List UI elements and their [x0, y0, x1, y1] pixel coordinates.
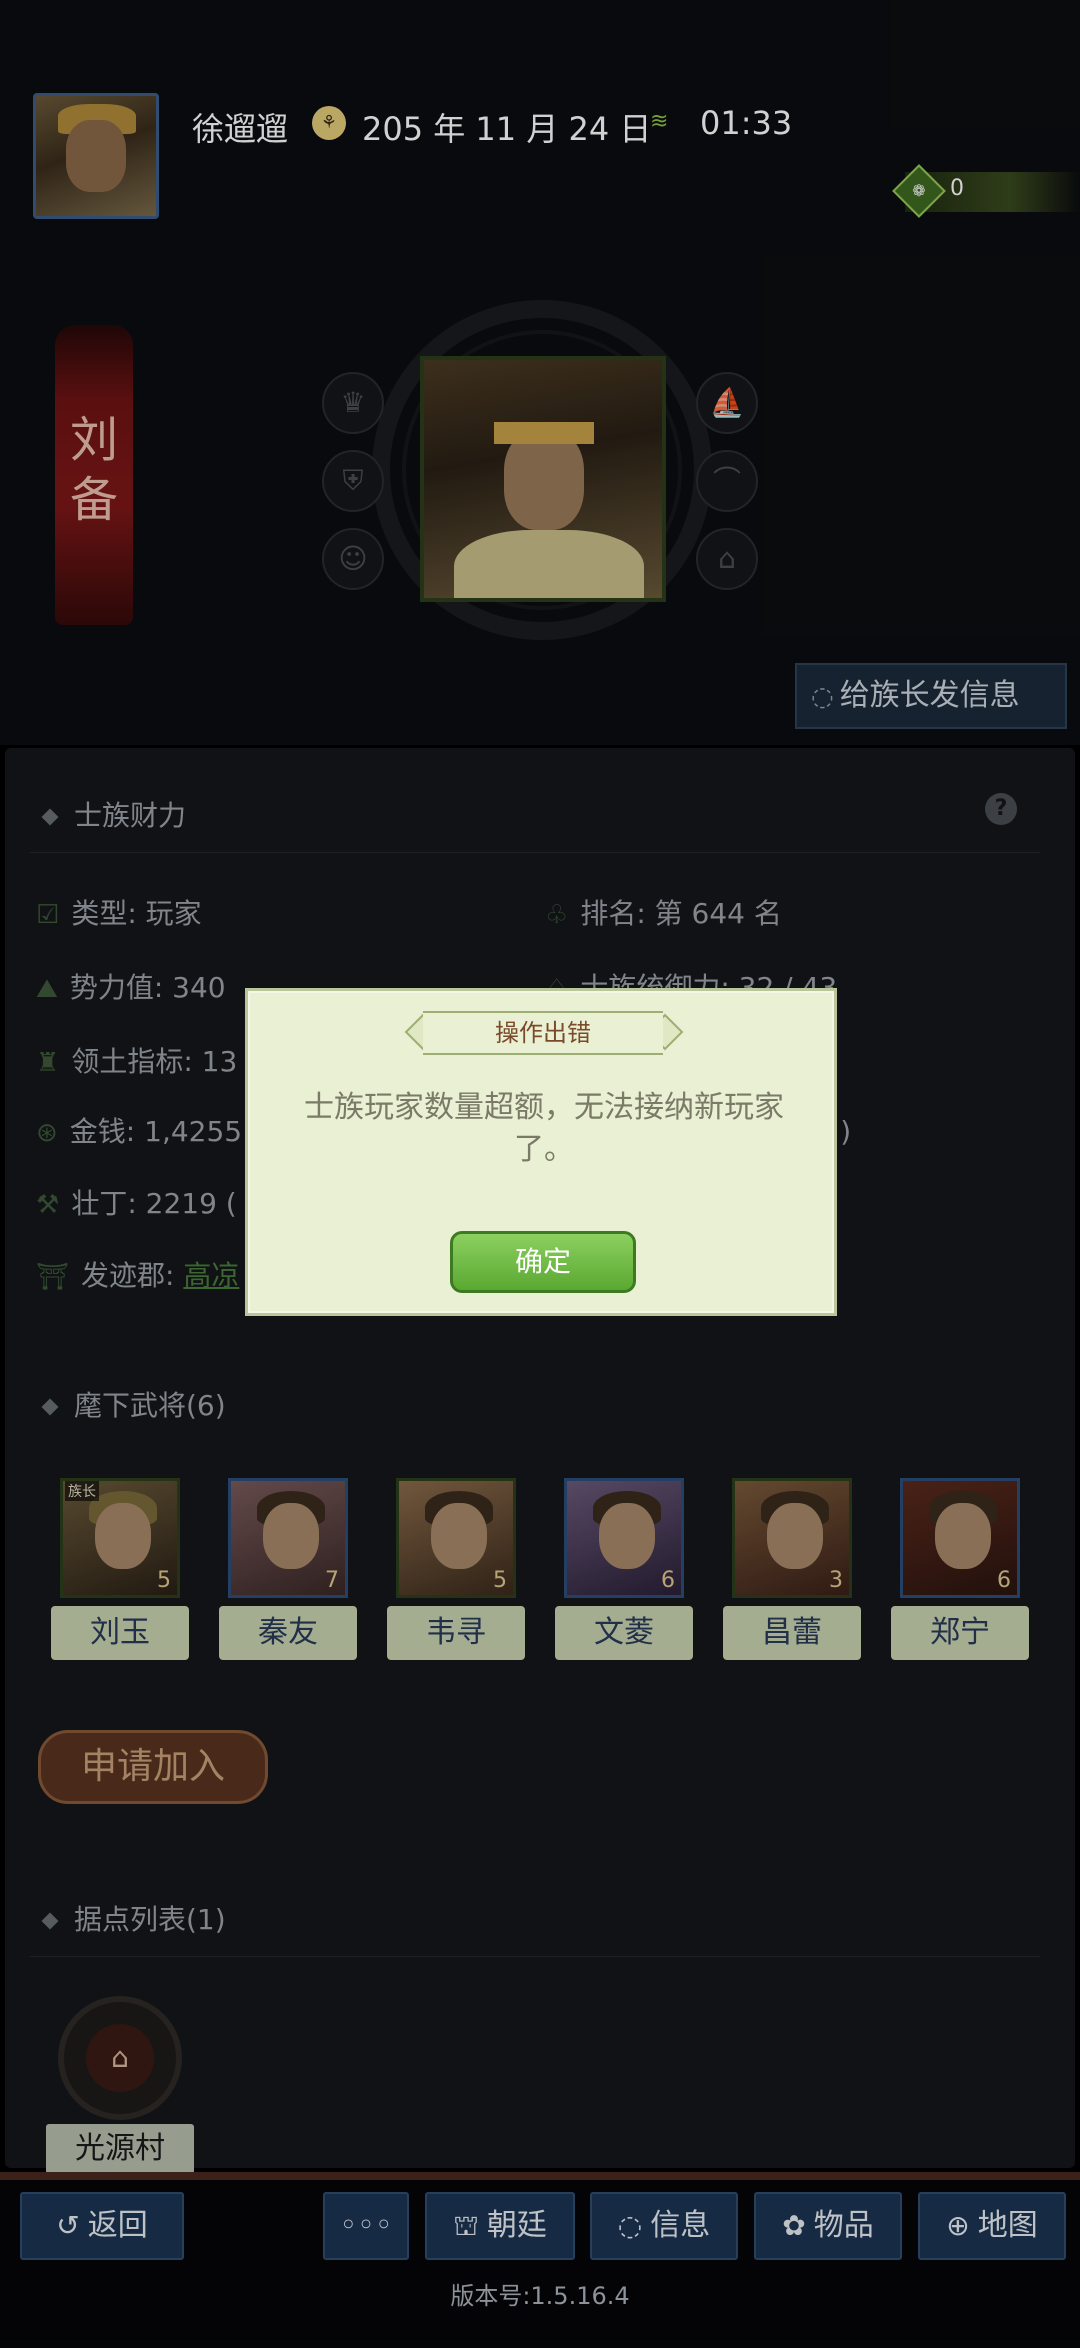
dialog-title: 操作出错	[495, 1019, 591, 1047]
error-dialog: 操作出错 士族玩家数量超额，无法接纳新玩家了。 确定	[245, 988, 837, 1316]
dialog-title-bar: 操作出错	[423, 1011, 663, 1055]
dialog-message: 士族玩家数量超额，无法接纳新玩家了。	[304, 1090, 784, 1167]
confirm-button[interactable]: 确定	[450, 1231, 636, 1293]
